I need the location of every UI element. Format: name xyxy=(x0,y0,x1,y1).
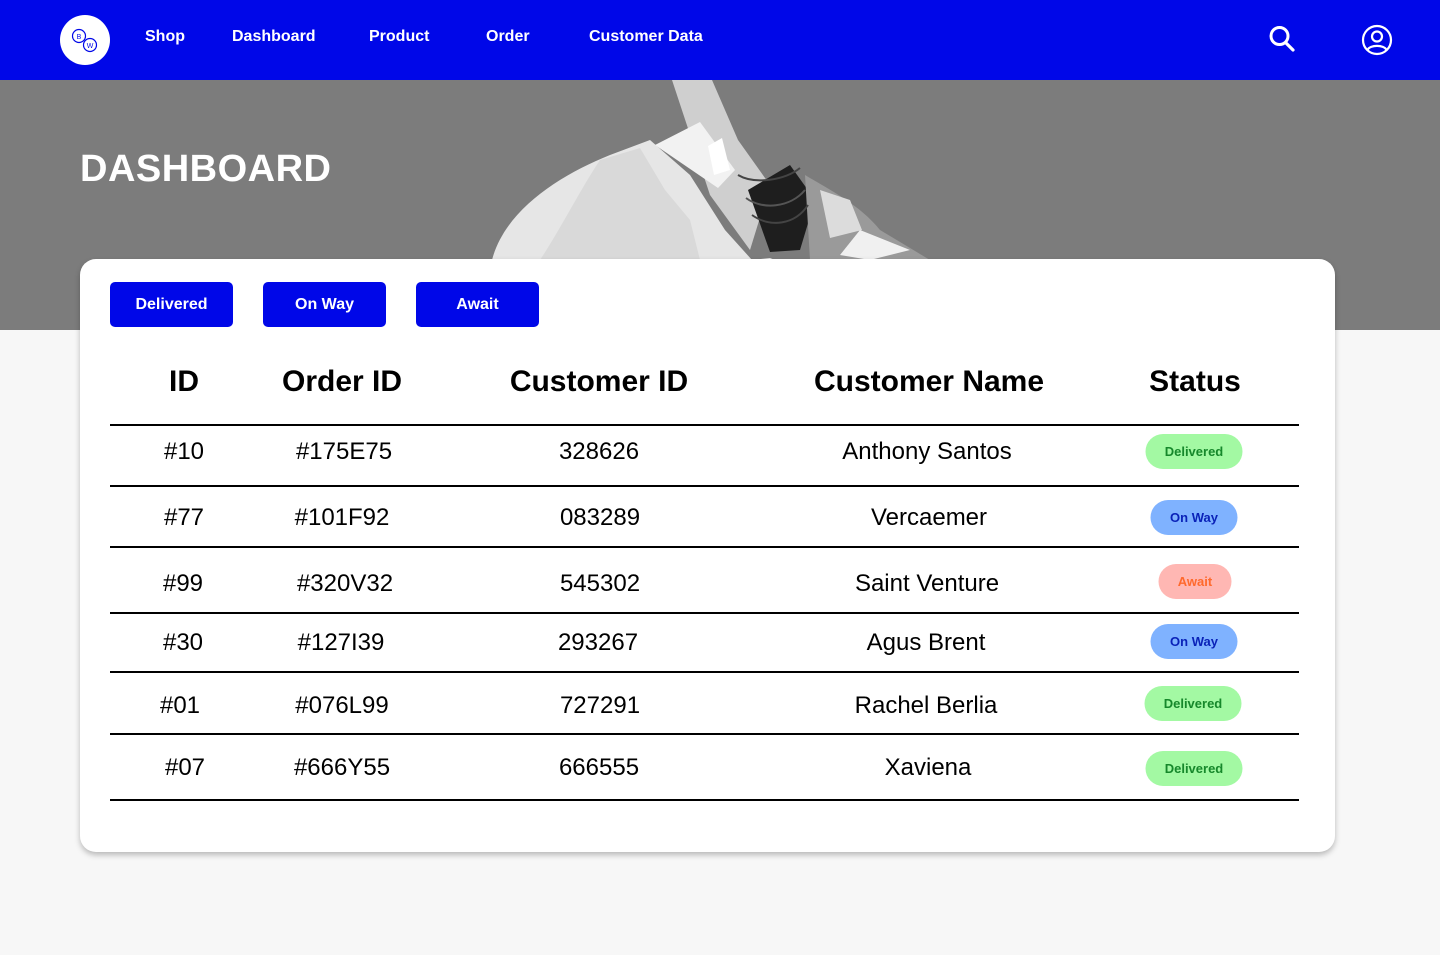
cell-customer-id: 545302 xyxy=(559,570,641,597)
filter-await-button[interactable]: Await xyxy=(416,282,539,327)
cell-id: #07 xyxy=(164,754,206,781)
table-divider xyxy=(110,671,1299,673)
cell-id: #01 xyxy=(159,692,201,719)
cell-customer-id: 727291 xyxy=(559,692,641,719)
table-divider xyxy=(110,485,1299,487)
column-header-status: Status xyxy=(1149,365,1241,398)
cell-order-id: #101F92 xyxy=(294,504,390,531)
nav-link-customer-data[interactable]: Customer Data xyxy=(589,28,703,46)
cell-customer-name: Rachel Berlia xyxy=(854,692,998,719)
cell-customer-id: 083289 xyxy=(559,504,641,531)
status-badge-delivered: Delivered xyxy=(1145,751,1243,786)
table-divider xyxy=(110,546,1299,548)
cell-customer-id: 328626 xyxy=(558,438,640,465)
page-title: DASHBOARD xyxy=(80,148,332,190)
status-badge-delivered: Delivered xyxy=(1145,434,1243,469)
nav-link-order[interactable]: Order xyxy=(486,28,530,46)
top-navbar: B W Shop Dashboard Product Order Custome… xyxy=(0,0,1440,80)
cell-id: #99 xyxy=(162,570,204,597)
cell-id: #10 xyxy=(163,438,205,465)
column-header-customer-name: Customer Name xyxy=(813,365,1045,398)
logo[interactable]: B W xyxy=(60,15,110,65)
table-divider xyxy=(110,612,1299,614)
cell-customer-id: 293267 xyxy=(557,629,639,656)
cell-id: #77 xyxy=(163,504,205,531)
cell-customer-id: 666555 xyxy=(558,754,640,781)
filter-on-way-button[interactable]: On Way xyxy=(263,282,386,327)
table-divider xyxy=(110,733,1299,735)
cell-id: #30 xyxy=(162,629,204,656)
column-header-id: ID xyxy=(169,365,199,398)
cell-order-id: #320V32 xyxy=(296,570,394,597)
orders-card: Delivered On Way Await ID Order ID Custo… xyxy=(80,259,1335,852)
nav-link-product[interactable]: Product xyxy=(369,28,429,46)
svg-text:B: B xyxy=(77,34,82,41)
cell-customer-name: Agus Brent xyxy=(866,629,986,656)
table-divider xyxy=(110,799,1299,801)
cell-order-id: #175E75 xyxy=(295,438,393,465)
user-circle-icon[interactable] xyxy=(1361,24,1393,56)
cell-order-id: #076L99 xyxy=(295,692,389,719)
cell-customer-name: Anthony Santos xyxy=(842,438,1012,465)
bw-logo-icon: B W xyxy=(71,28,98,53)
cell-customer-name: Saint Venture xyxy=(854,570,1000,597)
cell-customer-name: Vercaemer xyxy=(870,504,988,531)
status-badge-delivered: Delivered xyxy=(1144,686,1242,721)
nav-link-dashboard[interactable]: Dashboard xyxy=(232,28,316,46)
search-icon[interactable] xyxy=(1268,24,1296,54)
svg-text:W: W xyxy=(87,43,94,50)
table-divider xyxy=(110,424,1299,426)
status-badge-await: Await xyxy=(1158,564,1232,599)
status-badge-on-way: On Way xyxy=(1150,500,1238,535)
status-badge-on-way: On Way xyxy=(1150,624,1238,659)
nav-link-shop[interactable]: Shop xyxy=(145,28,185,46)
filter-delivered-button[interactable]: Delivered xyxy=(110,282,233,327)
cell-order-id: #127I39 xyxy=(297,629,385,656)
column-header-order-id: Order ID xyxy=(281,365,403,398)
cell-order-id: #666Y55 xyxy=(293,754,391,781)
cell-customer-name: Xaviena xyxy=(884,754,972,781)
column-header-customer-id: Customer ID xyxy=(509,365,689,398)
